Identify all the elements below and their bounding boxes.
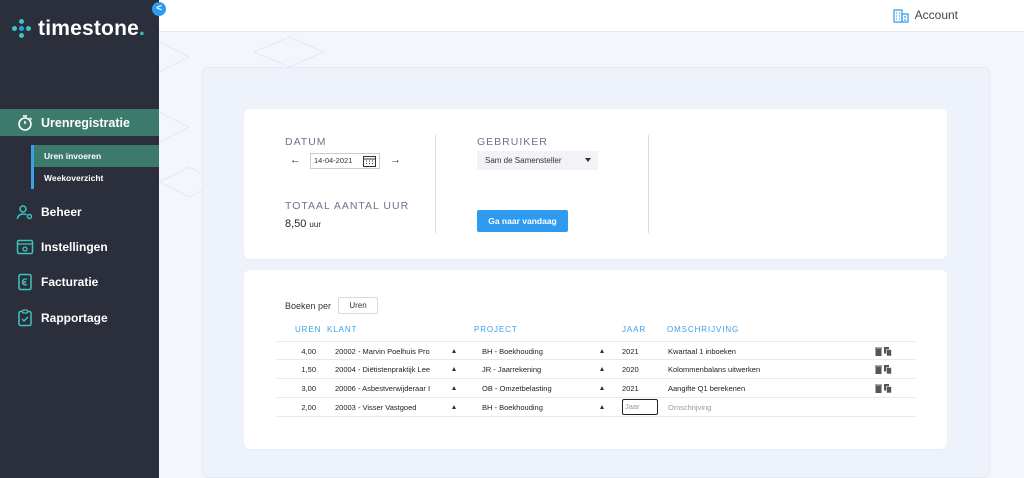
- cell-project[interactable]: JR - Jaarrekening: [482, 360, 541, 379]
- cell-klant[interactable]: 20002 - Marvin Poelhuis Pro: [335, 342, 450, 361]
- sidebar-item-label: Facturatie: [41, 275, 99, 289]
- sidebar-item-label: Rapportage: [41, 311, 108, 325]
- cell-jaar[interactable]: 2020: [622, 360, 639, 379]
- column-header-jaar[interactable]: JAAR: [622, 325, 646, 334]
- cell-omschrijving[interactable]: Kolommenbalans uitwerken: [668, 360, 760, 379]
- sidebar-item-urenregistratie[interactable]: Urenregistratie: [0, 109, 159, 136]
- table-row[interactable]: 4,00 20002 - Marvin Poelhuis Pro BH - Bo…: [277, 341, 915, 360]
- subitem-weekoverzicht[interactable]: Weekoverzicht: [34, 167, 159, 189]
- cell-uren[interactable]: 3,00: [286, 379, 316, 398]
- bookings-card: Boeken per Uren UREN KLANT PROJECT JAAR …: [244, 270, 947, 449]
- new-omschrijving-input[interactable]: Omschrijving: [668, 398, 711, 417]
- new-uren-input[interactable]: 2,00: [286, 398, 316, 417]
- sidebar-item-beheer[interactable]: Beheer: [0, 200, 159, 224]
- column-header-klant[interactable]: KLANT: [327, 325, 357, 334]
- sidebar-item-label: Instellingen: [41, 240, 108, 254]
- account-label: Account: [914, 8, 958, 22]
- logo-mark-icon: [12, 19, 32, 39]
- next-day-button[interactable]: →: [390, 154, 401, 166]
- stopwatch-icon: [18, 114, 32, 131]
- total-hours: 8,50 uur: [285, 218, 321, 230]
- trash-icon[interactable]: [875, 384, 882, 393]
- dropdown-arrow-icon[interactable]: [452, 367, 456, 371]
- trash-icon[interactable]: [875, 365, 882, 374]
- column-header-omschrijving[interactable]: OMSCHRIJVING: [667, 325, 739, 334]
- sidebar-item-label: Urenregistratie: [41, 115, 130, 130]
- gebruiker-label: GEBRUIKER: [477, 136, 548, 148]
- dropdown-arrow-icon[interactable]: [452, 349, 456, 353]
- table-row[interactable]: 1,50 20004 - Diëtistenpraktijk Lee JR - …: [277, 360, 915, 379]
- trash-icon[interactable]: [875, 347, 882, 356]
- dropdown-arrow-icon[interactable]: [600, 349, 604, 353]
- top-bar: Account: [159, 0, 1024, 32]
- cell-jaar[interactable]: 2021: [622, 379, 639, 398]
- sidebar-item-rapportage[interactable]: Rapportage: [0, 306, 159, 330]
- cell-omschrijving[interactable]: Aangifte Q1 berekenen: [668, 379, 745, 398]
- datum-label: DATUM: [285, 136, 327, 148]
- cell-jaar[interactable]: 2021: [622, 342, 639, 361]
- copy-icon[interactable]: [884, 365, 892, 374]
- user-select[interactable]: Sam de Samensteller: [477, 151, 598, 170]
- copy-icon[interactable]: [884, 384, 892, 393]
- sidebar: timestone. Urenregistratie Uren invoeren…: [0, 0, 159, 478]
- dropdown-arrow-icon[interactable]: [452, 405, 456, 409]
- new-jaar-input[interactable]: Jaar: [622, 399, 658, 415]
- new-project-select[interactable]: BH - Boekhouding: [482, 398, 543, 417]
- go-to-today-button[interactable]: Ga naar vandaag: [477, 210, 568, 232]
- boeken-per-toggle[interactable]: Uren: [338, 297, 378, 314]
- subitem-uren-invoeren[interactable]: Uren invoeren: [34, 145, 159, 167]
- settings-panel-icon: [16, 239, 34, 255]
- column-header-uren[interactable]: UREN: [295, 325, 321, 334]
- cell-uren[interactable]: 4,00: [286, 342, 316, 361]
- table-row[interactable]: 3,00 20006 - Asbestverwijderaar I OB - O…: [277, 379, 915, 398]
- sidebar-collapse-button[interactable]: <: [152, 2, 166, 16]
- summary-card: DATUM ← 14-04-2021 → TOTAAL AANTAL UUR 8…: [244, 109, 947, 259]
- cell-project[interactable]: BH - Boekhouding: [482, 342, 543, 361]
- row-actions: [875, 384, 892, 393]
- sidebar-item-instellingen[interactable]: Instellingen: [0, 235, 159, 259]
- totaal-label: TOTAAL AANTAL UUR: [285, 200, 410, 212]
- calendar-icon[interactable]: [363, 156, 376, 167]
- dropdown-arrow-icon[interactable]: [452, 386, 456, 390]
- user-cog-icon: [16, 205, 33, 220]
- building-icon: [892, 9, 909, 23]
- cell-uren[interactable]: 1,50: [286, 360, 316, 379]
- prev-day-button[interactable]: ←: [290, 154, 301, 166]
- dropdown-arrow-icon[interactable]: [600, 405, 604, 409]
- app-logo[interactable]: timestone.: [12, 14, 145, 44]
- cell-klant[interactable]: 20006 - Asbestverwijderaar I: [335, 379, 450, 398]
- sidebar-item-facturatie[interactable]: Facturatie: [0, 270, 159, 294]
- new-klant-select[interactable]: 20003 - Visser Vastgoed: [335, 398, 450, 417]
- divider: [435, 135, 436, 233]
- sidebar-item-label: Beheer: [41, 205, 82, 219]
- euro-document-icon: [18, 273, 32, 291]
- chevron-down-icon: [585, 158, 591, 162]
- app-name: timestone.: [38, 17, 146, 40]
- account-menu[interactable]: Account: [892, 7, 958, 23]
- dropdown-arrow-icon[interactable]: [600, 386, 604, 390]
- row-actions: [875, 365, 892, 374]
- cell-omschrijving[interactable]: Kwartaal 1 inboeken: [668, 342, 736, 361]
- divider: [648, 135, 649, 233]
- column-header-project[interactable]: PROJECT: [474, 325, 518, 334]
- copy-icon[interactable]: [884, 347, 892, 356]
- cell-project[interactable]: OB - Omzetbelasting: [482, 379, 552, 398]
- new-entry-row[interactable]: 2,00 20003 - Visser Vastgoed BH - Boekho…: [277, 398, 915, 417]
- cell-klant[interactable]: 20004 - Diëtistenpraktijk Lee: [335, 360, 450, 379]
- dropdown-arrow-icon[interactable]: [600, 367, 604, 371]
- boeken-per-label: Boeken per: [285, 301, 332, 311]
- row-actions: [875, 347, 892, 356]
- date-input[interactable]: 14-04-2021: [310, 153, 380, 169]
- clipboard-check-icon: [18, 309, 32, 327]
